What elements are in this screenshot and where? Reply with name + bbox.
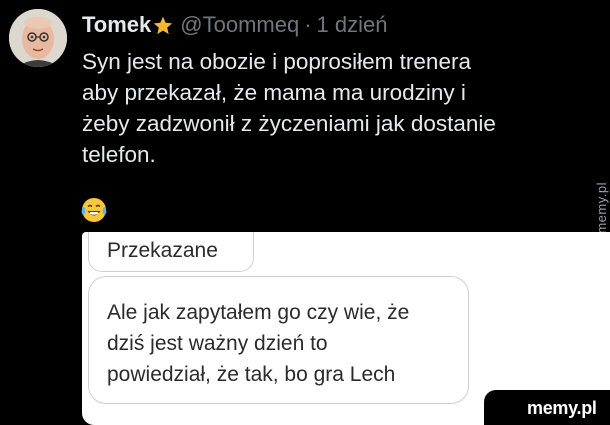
tweet-header: Tomek @Toommeq · 1 dzień [82,10,388,40]
message-text-line: Ale jak zapytałem go czy wie, że [107,301,410,324]
star-icon [152,15,174,37]
tweet-text: Syn jest na obozie i poprosiłem trenera … [82,46,582,170]
separator-dot: · [304,12,312,37]
tweet-text-line: Syn jest na obozie i poprosiłem trenera [82,49,471,74]
side-watermark: memy.pl [594,182,609,234]
message-text: Ale jak zapytałem go czy wie, że dziś je… [107,297,409,390]
message-bubble: Ale jak zapytałem go czy wie, że dziś je… [88,276,469,404]
tweet-text-line: żeby zadzwonił z życzeniami jak dostanie [82,111,496,136]
previous-message-text: Przekazane [107,239,218,262]
face-with-tears-of-joy-icon [80,196,108,224]
post-time[interactable]: 1 dzień [317,12,388,38]
tweet-text-line: telefon. [82,142,156,167]
author-avatar-image [9,9,67,67]
previous-message-bubble: Przekazane [88,232,254,272]
message-text-line: dziś jest ważny dzień to [107,332,328,355]
author-handle[interactable]: @Toommeq [180,12,299,38]
tweet-text-line: aby przekazał, że mama ma urodziny i [82,80,466,105]
corner-watermark: memy.pl [527,398,597,418]
message-text-line: powiedział, że tak, bo gra Lech [107,363,396,386]
author-name[interactable]: Tomek [82,12,151,38]
author-avatar[interactable] [9,9,67,67]
